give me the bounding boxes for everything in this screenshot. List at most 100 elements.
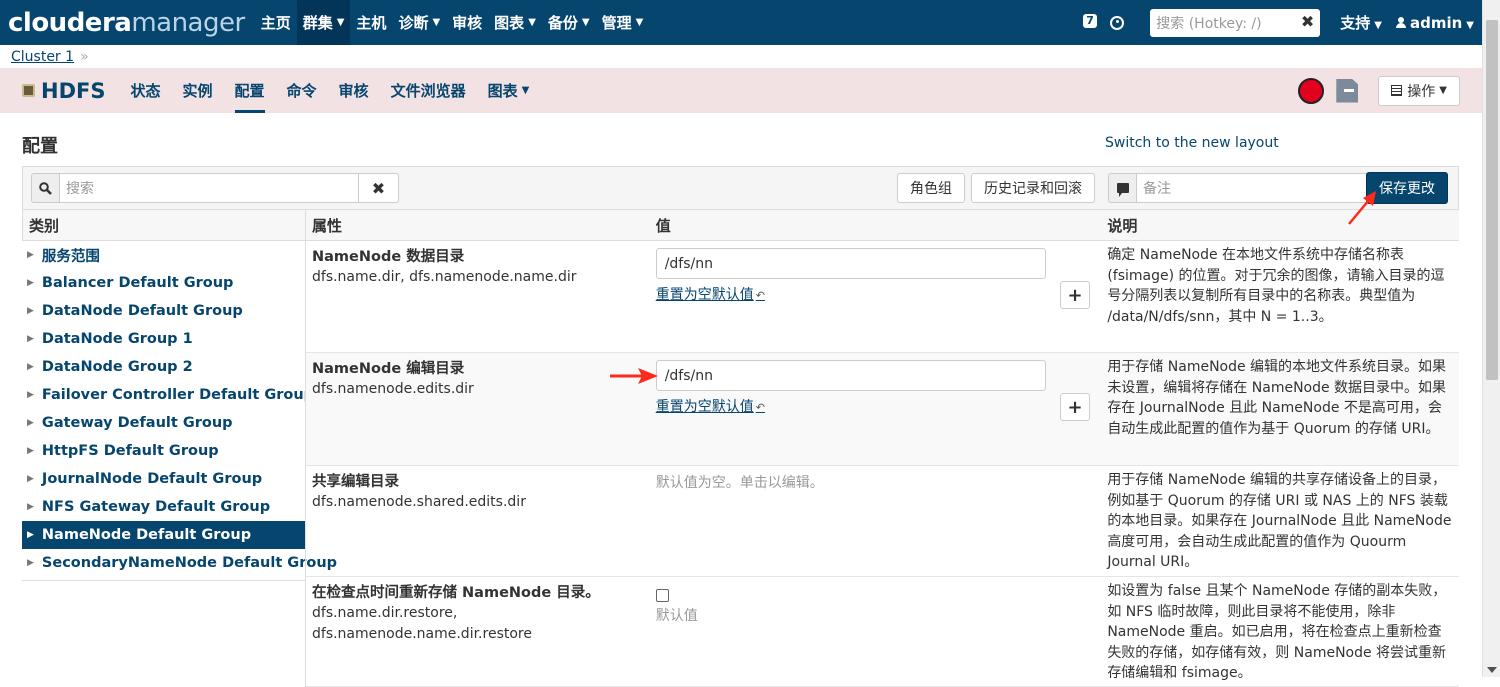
breadcrumb-separator: » (80, 49, 89, 65)
reset-default-link[interactable]: 重置为空默认值 ↶ (656, 396, 765, 416)
scrollbar-thumb[interactable] (1486, 20, 1498, 380)
page-scrollbar[interactable] (1482, 0, 1500, 677)
category-item[interactable]: ▶ 服务范围 (22, 241, 305, 269)
category-item[interactable]: ▶ NFS Gateway Default Group (22, 493, 305, 521)
tab-audits[interactable]: 审核 (328, 68, 380, 113)
table-row: NameNode 数据目录 dfs.name.dir, dfs.namenode… (306, 241, 1459, 353)
property-description: 用于存储 NameNode 编辑的本地文件系统目录。如果未设置，编辑将存储在 N… (1107, 359, 1447, 437)
category-item-selected[interactable]: ▶ NameNode Default Group (22, 521, 305, 549)
top-navbar: clouderamanager 主页 群集 ▼ 主机 诊断 ▼ 审核 图表 ▼ 备份 ▼… (0, 0, 1482, 45)
checkbox-default-label: 默认值 (655, 608, 698, 624)
list-icon (1391, 85, 1403, 96)
tab-charts[interactable]: 图表 ▼ (477, 68, 541, 113)
caret-right-icon: ▶ (27, 362, 34, 372)
export-icon[interactable] (1336, 78, 1359, 103)
tab-configuration[interactable]: 配置 (224, 68, 276, 113)
property-description: 确定 NameNode 在本地文件系统中存储名称表 (fsimage) 的位置。… (1107, 247, 1445, 325)
category-item[interactable]: ▶ Failover Controller Default Group (22, 381, 314, 409)
undo-icon: ↶ (755, 401, 765, 414)
tab-commands[interactable]: 命令 (276, 68, 328, 113)
category-item[interactable]: ▶ DataNode Group 2 (22, 353, 305, 381)
config-table: 属性 值 说明 NameNode 数据目录 dfs.name.dir, dfs.… (305, 210, 1459, 687)
property-description: 如设置为 false 且某个 NameNode 存储的副本失败，如 NFS 临时… (1107, 583, 1447, 681)
chevron-down-icon: ▼ (1439, 85, 1447, 96)
actions-button[interactable]: 操作 ▼ (1378, 75, 1460, 106)
brand-main: cloudera (8, 7, 132, 38)
property-key: dfs.name.dir.restore, (312, 605, 458, 621)
tab-status[interactable]: 状态 (119, 68, 171, 113)
category-item[interactable]: ▶ JournalNode Default Group (22, 465, 305, 493)
chevron-down-icon: ▼ (528, 17, 536, 28)
empty-value-field[interactable]: 默认值为空。单击以编辑。 (656, 472, 1103, 492)
category-item[interactable]: ▶ Gateway Default Group (22, 409, 305, 437)
comment-icon (1108, 173, 1136, 203)
scroll-down-icon[interactable] (1487, 667, 1497, 673)
chevron-down-icon: ▼ (581, 17, 590, 28)
tab-instances[interactable]: 实例 (172, 68, 224, 113)
chevron-down-icon: ▼ (432, 17, 441, 28)
nav-admin[interactable]: 管理 ▼ (596, 0, 650, 45)
nav-hosts[interactable]: 主机 (350, 0, 392, 45)
annotation-arrow-icon (1348, 191, 1376, 225)
table-header: 属性 值 说明 (306, 210, 1459, 241)
role-groups-button[interactable]: 角色组 (897, 173, 965, 203)
chevron-down-icon: ▼ (635, 17, 644, 28)
config-search-input[interactable]: 搜索 (59, 173, 359, 203)
chevron-down-icon: ▼ (1374, 20, 1382, 31)
property-key: dfs.name.dir, dfs.namenode.name.dir (312, 269, 577, 285)
category-item[interactable]: ▶ DataNode Group 1 (22, 325, 305, 353)
property-key: dfs.namenode.name.dir.restore (312, 626, 532, 642)
category-item[interactable]: ▶ DataNode Default Group (22, 297, 305, 325)
category-item[interactable]: ▶ HttpFS Default Group (22, 437, 305, 465)
category-panel: 类别 ▶ 服务范围 ▶ Balancer Default Group ▶ DataNo… (22, 210, 337, 581)
tab-file-browser[interactable]: 文件浏览器 (380, 68, 477, 113)
category-item[interactable]: ▶ Balancer Default Group (22, 269, 305, 297)
add-value-button[interactable]: + (1060, 281, 1090, 309)
chevron-down-icon: ▼ (521, 85, 530, 96)
property-name: 在检查点时间重新存储 NameNode 目录。 (312, 585, 600, 601)
switch-layout-link[interactable]: Switch to the new layout (1105, 135, 1279, 151)
clock-icon[interactable] (1110, 15, 1125, 30)
breadcrumb-cluster-link[interactable]: Cluster 1 (11, 49, 74, 65)
support-menu[interactable]: 支持 ▼ (1340, 12, 1382, 33)
user-menu[interactable]: admin ▼ (1395, 14, 1474, 32)
history-rollback-button[interactable]: 历史记录和回滚 (971, 173, 1095, 203)
category-item[interactable]: ▶ SecondaryNameNode Default Group (22, 549, 337, 577)
nav-home[interactable]: 主页 (255, 0, 297, 45)
column-header-description: 说明 (1107, 216, 1138, 235)
property-description: 用于存储 NameNode 编辑的共享存储设备上的目录，例如基于 Quorum … (1107, 472, 1452, 570)
caret-right-icon: ▶ (27, 334, 34, 344)
caret-right-icon: ▶ (27, 474, 34, 484)
service-bar: HDFS 状态 实例 配置 命令 审核 文件浏览器 图表 ▼ 操作 ▼ (0, 68, 1482, 113)
namenode-data-dir-input[interactable]: /dfs/nn (655, 248, 1046, 279)
reset-default-link[interactable]: 重置为空默认值 ↶ (656, 284, 765, 304)
comment-input[interactable]: 备注 (1136, 173, 1368, 203)
cloudera-logo[interactable]: clouderamanager (8, 8, 245, 38)
property-key: dfs.namenode.edits.dir (312, 381, 474, 397)
clear-icon[interactable]: ✖ (1301, 12, 1314, 31)
nav-charts[interactable]: 图表 ▼ (488, 0, 542, 45)
category-header: 类别 (22, 210, 305, 241)
service-name: HDFS (41, 78, 106, 103)
config-toolbar: 搜索 ✖ 角色组 历史记录和回滚 备注 保存更改 (22, 166, 1459, 210)
add-value-button[interactable]: + (1060, 393, 1090, 421)
user-icon (1395, 16, 1406, 28)
restore-dir-checkbox[interactable] (655, 589, 669, 602)
clear-search-button[interactable]: ✖ (359, 173, 399, 203)
service-header[interactable]: HDFS (22, 79, 105, 103)
chevron-down-icon: ▼ (336, 17, 345, 28)
alert-count: 7 (1083, 13, 1097, 28)
nav-clusters[interactable]: 群集 ▼ (296, 0, 351, 45)
nav-diagnostics[interactable]: 诊断 ▼ (392, 0, 446, 45)
table-row: NameNode 编辑目录 dfs.namenode.edits.dir /df… (306, 353, 1459, 466)
caret-right-icon: ▶ (27, 306, 34, 316)
caret-right-icon: ▶ (27, 530, 34, 540)
nav-audits[interactable]: 审核 (446, 0, 488, 45)
nav-backup[interactable]: 备份 ▼ (542, 0, 596, 45)
alerts-button[interactable]: 7 (1078, 10, 1104, 36)
namenode-edits-dir-input[interactable]: /dfs/nn (655, 360, 1046, 391)
property-name: NameNode 数据目录 (312, 249, 465, 265)
column-header-value: 值 (655, 216, 671, 235)
service-health-icon[interactable] (1298, 77, 1325, 104)
global-search-input[interactable]: 搜索 (Hotkey: /) ✖ (1150, 8, 1321, 37)
